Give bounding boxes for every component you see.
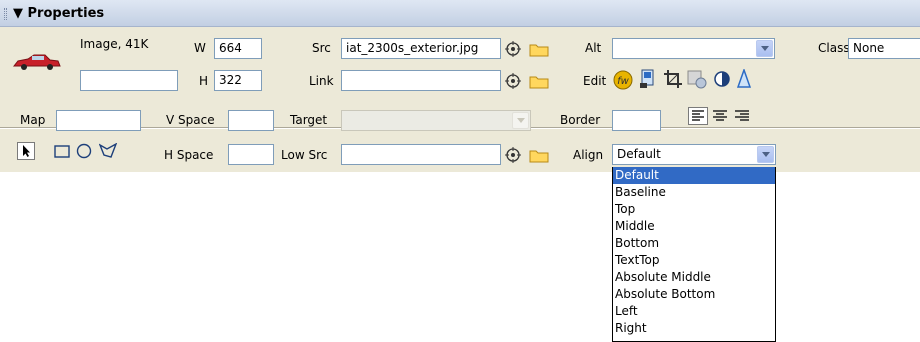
map-label: Map xyxy=(20,113,46,127)
rectangle-hotspot-icon[interactable] xyxy=(54,144,70,158)
align-option[interactable]: Left xyxy=(613,303,775,320)
align-option[interactable]: Bottom xyxy=(613,235,775,252)
polygon-hotspot-icon[interactable] xyxy=(99,143,117,159)
vspace-label: V Space xyxy=(166,113,215,127)
edit-label: Edit xyxy=(583,74,607,88)
alt-label: Alt xyxy=(585,41,602,55)
class-select[interactable]: None xyxy=(848,38,920,59)
alt-select[interactable] xyxy=(612,38,775,59)
align-option[interactable]: TextTop xyxy=(613,252,775,269)
link-field[interactable] xyxy=(341,70,501,91)
svg-text:fw: fw xyxy=(617,76,630,87)
target-label: Target xyxy=(290,113,328,127)
border-label: Border xyxy=(560,113,601,127)
width-field[interactable]: 664 xyxy=(214,38,262,59)
lowsrc-label: Low Src xyxy=(281,148,328,162)
align-option[interactable]: Middle xyxy=(613,218,775,235)
align-option[interactable]: Absolute Bottom xyxy=(613,286,775,303)
image-info: Image, 41K xyxy=(80,37,149,51)
vspace-field[interactable] xyxy=(228,110,274,131)
align-option[interactable]: Baseline xyxy=(613,184,775,201)
align-option[interactable]: Absolute Middle xyxy=(613,269,775,286)
resample-icon[interactable] xyxy=(687,69,707,89)
chevron-down-icon xyxy=(512,112,529,129)
class-label: Class xyxy=(818,41,850,55)
link-label: Link xyxy=(309,74,334,88)
properties-panel: Image, 41K W 664 H 322 Src iat_2300s_ext… xyxy=(0,27,920,172)
target-select xyxy=(341,110,531,131)
align-select-value: Default xyxy=(617,147,661,161)
edit-fireworks-icon[interactable]: fw xyxy=(613,70,633,90)
align-dropdown-list[interactable]: Default Baseline Top Middle Bottom TextT… xyxy=(612,167,776,342)
lowsrc-point-to-file-icon[interactable] xyxy=(505,147,521,163)
align-right-icon[interactable] xyxy=(734,107,750,125)
width-label: W xyxy=(194,41,206,55)
link-point-to-file-icon[interactable] xyxy=(505,73,521,89)
align-select[interactable]: Default xyxy=(612,144,776,165)
height-field[interactable]: 322 xyxy=(214,70,262,91)
src-point-to-file-icon[interactable] xyxy=(505,41,521,57)
link-folder-icon[interactable] xyxy=(529,74,549,89)
crop-icon[interactable] xyxy=(663,69,683,89)
src-field[interactable]: iat_2300s_exterior.jpg xyxy=(341,38,501,59)
optimize-icon[interactable] xyxy=(639,69,657,89)
image-thumbnail-icon xyxy=(12,54,61,70)
align-option[interactable]: Top xyxy=(613,201,775,218)
chevron-down-icon[interactable] xyxy=(757,146,774,163)
sharpen-icon[interactable] xyxy=(737,69,751,89)
map-name-field[interactable] xyxy=(56,110,141,131)
align-option[interactable]: Right xyxy=(613,320,775,337)
oval-hotspot-icon[interactable] xyxy=(76,143,92,159)
pointer-hotspot-icon[interactable] xyxy=(17,142,35,160)
hspace-label: H Space xyxy=(164,148,214,162)
align-left-icon[interactable] xyxy=(688,107,708,125)
border-field[interactable] xyxy=(612,110,661,131)
properties-titlebar[interactable]: ▼ Properties xyxy=(0,0,920,27)
align-label: Align xyxy=(573,148,604,162)
align-option[interactable]: Default xyxy=(613,167,775,184)
chevron-down-icon[interactable] xyxy=(756,40,773,57)
panel-title[interactable]: ▼ Properties xyxy=(13,6,104,21)
brightness-contrast-icon[interactable] xyxy=(713,70,731,88)
lowsrc-field[interactable] xyxy=(341,144,501,165)
hspace-field[interactable] xyxy=(228,144,274,165)
panel-grip-icon[interactable] xyxy=(4,8,7,20)
align-center-icon[interactable] xyxy=(712,107,728,125)
src-folder-icon[interactable] xyxy=(529,42,549,57)
height-label: H xyxy=(199,74,209,88)
src-label: Src xyxy=(312,41,331,55)
lowsrc-folder-icon[interactable] xyxy=(529,148,549,163)
image-name-field[interactable] xyxy=(80,70,178,91)
